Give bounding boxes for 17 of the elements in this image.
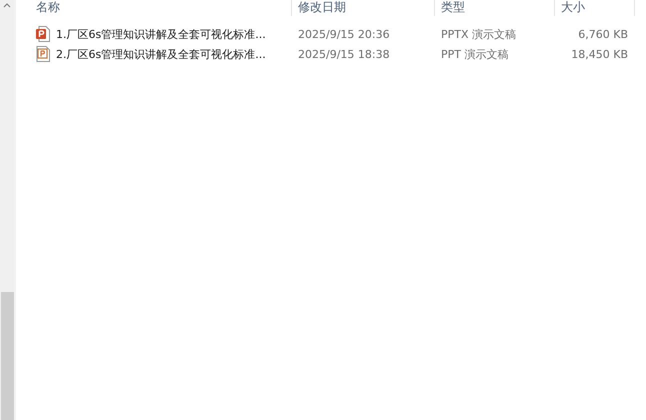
file-name[interactable]: 2.厂区6s管理知识讲解及全套可视化标准... <box>56 46 266 62</box>
file-size: 18,450 KB <box>570 48 629 60</box>
file-type: PPTX 演示文稿 <box>440 26 518 42</box>
column-header[interactable]: 类型 <box>435 0 555 16</box>
scrollbar-thumb[interactable] <box>0 292 14 420</box>
file-name[interactable]: 1.厂区6s管理知识讲解及全套可视化标准... <box>56 26 266 42</box>
column-header[interactable]: 大小 <box>555 0 635 16</box>
file-type: PPT 演示文稿 <box>440 46 510 62</box>
modified-date: 2025/9/15 20:36 <box>297 28 391 40</box>
scrollbar[interactable] <box>0 0 16 420</box>
column-header[interactable]: 名称 <box>18 0 292 16</box>
presentation-file-icon <box>36 46 50 62</box>
modified-date: 2025/9/15 18:38 <box>297 48 391 60</box>
file-size: 6,760 KB <box>577 28 629 40</box>
scroll-up-icon[interactable] <box>3 3 11 8</box>
presentation-file-icon <box>36 26 50 42</box>
column-header[interactable]: 修改日期 <box>292 0 435 16</box>
